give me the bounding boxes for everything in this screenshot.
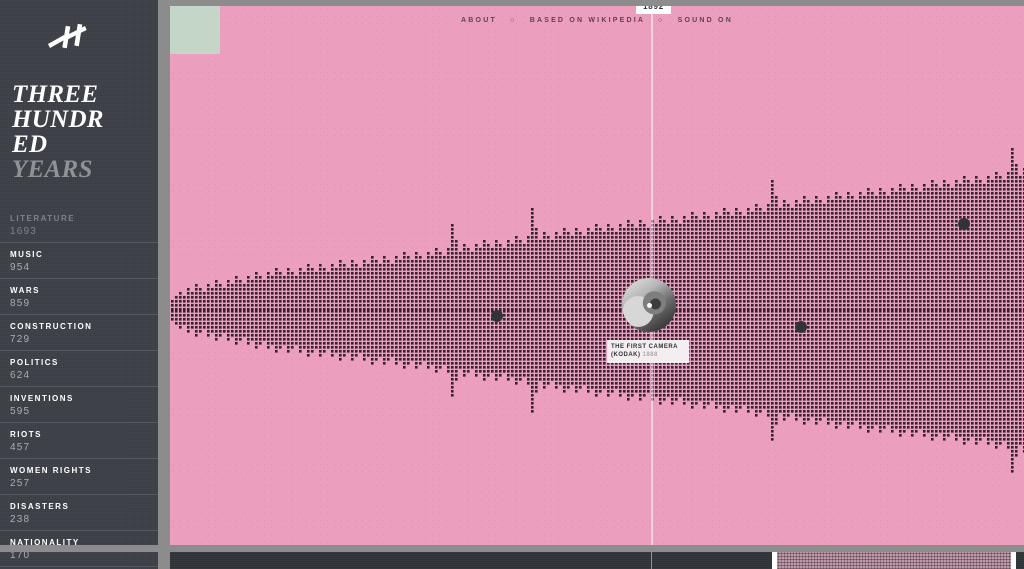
category-value: 729 [10, 334, 31, 345]
chart-canvas[interactable]: THE FIRST CAMERA (KODAK) 1888 [170, 6, 1024, 545]
nav-separator-1: ○ [510, 17, 517, 24]
timeline-playhead[interactable] [651, 6, 653, 545]
event-subtitle: (KODAK) 1888 [611, 351, 685, 359]
category-item-politics[interactable]: POLITICS 624 [0, 350, 158, 386]
category-label: RIOTS [10, 430, 42, 439]
thumbnail-center-dot [646, 302, 652, 308]
brand-line-2: HUNDR [12, 106, 104, 133]
category-list: LITERATURE 1693 MUSIC 954 WARS 859 CONSTRUCTIO… [0, 207, 158, 569]
camera-photo-thumbnail-icon[interactable] [622, 278, 676, 332]
app-root: THREE HUNDR ED YEARS LITERATURE 1693 MUSIC… [0, 0, 1024, 569]
scrubber-gap [0, 545, 1024, 552]
category-value: 859 [10, 298, 31, 309]
category-label: DISASTERS [10, 502, 70, 511]
category-item-literature[interactable]: LITERATURE 1693 [0, 207, 158, 242]
category-item-disasters[interactable]: DISASTERS 238 [0, 494, 158, 530]
event-tooltip-card: THE FIRST CAMERA (KODAK) 1888 [607, 340, 689, 363]
category-label: WARS [10, 286, 40, 295]
category-value: 595 [10, 406, 31, 417]
category-label: CONSTRUCTION [10, 322, 93, 331]
brand-line-1: THREE [12, 81, 99, 108]
category-label: MUSIC [10, 250, 44, 259]
three-hundred-years-logo-icon[interactable] [48, 22, 94, 54]
category-item-women-rights[interactable]: WOMEN RIGHTS 257 [0, 458, 158, 494]
category-value: 457 [10, 442, 31, 453]
category-value: 624 [10, 370, 31, 381]
category-label: POLITICS [10, 358, 59, 367]
category-label: WOMEN RIGHTS [10, 466, 92, 475]
event-marker-3[interactable] [958, 218, 970, 230]
category-item-music[interactable]: MUSIC 954 [0, 242, 158, 278]
nav-sound-toggle[interactable]: SOUND ON [678, 17, 733, 24]
category-label: LITERATURE [10, 214, 76, 223]
brand-line-3: ED [12, 131, 48, 158]
nav-about[interactable]: ABOUT [461, 17, 497, 24]
scrubber-handle-right[interactable] [1011, 552, 1016, 569]
timeline-scrubber[interactable] [170, 552, 1024, 569]
category-item-wars[interactable]: WARS 859 [0, 278, 158, 314]
visualization-panel: THE FIRST CAMERA (KODAK) 1888 ABOUT ○ BAS… [170, 6, 1024, 545]
brand-line-4: YEARS [12, 156, 93, 183]
nav-based-on-wikipedia[interactable]: BASED ON WIKIPEDIA [530, 17, 645, 24]
top-navigation: ABOUT ○ BASED ON WIKIPEDIA ○ SOUND ON [170, 17, 1024, 24]
page-title: THREE HUNDR ED YEARS [12, 82, 152, 182]
category-item-riots[interactable]: RIOTS 457 [0, 422, 158, 458]
category-value: 1693 [10, 226, 38, 237]
category-value: 238 [10, 514, 31, 525]
category-item-inventions[interactable]: INVENTIONS 595 [0, 386, 158, 422]
category-value: 954 [10, 262, 31, 273]
event-source: (KODAK) [611, 352, 641, 358]
category-label: INVENTIONS [10, 394, 74, 403]
nav-separator-2: ○ [658, 17, 665, 24]
event-marker-1[interactable] [491, 310, 503, 322]
scrubber-handle-left[interactable] [772, 552, 777, 569]
scrubber-playhead [651, 552, 652, 569]
scrubber-selection-range[interactable] [772, 552, 1016, 569]
event-title: THE FIRST CAMERA [611, 344, 678, 350]
waveform-chart [171, 148, 1024, 473]
event-marker-2[interactable] [795, 321, 807, 333]
event-year: 1888 [642, 352, 658, 358]
sidebar: THREE HUNDR ED YEARS LITERATURE 1693 MUSIC… [0, 0, 158, 569]
current-year-badge: 1892 [636, 6, 671, 14]
category-item-construction[interactable]: CONSTRUCTION 729 [0, 314, 158, 350]
category-value: 257 [10, 478, 31, 489]
